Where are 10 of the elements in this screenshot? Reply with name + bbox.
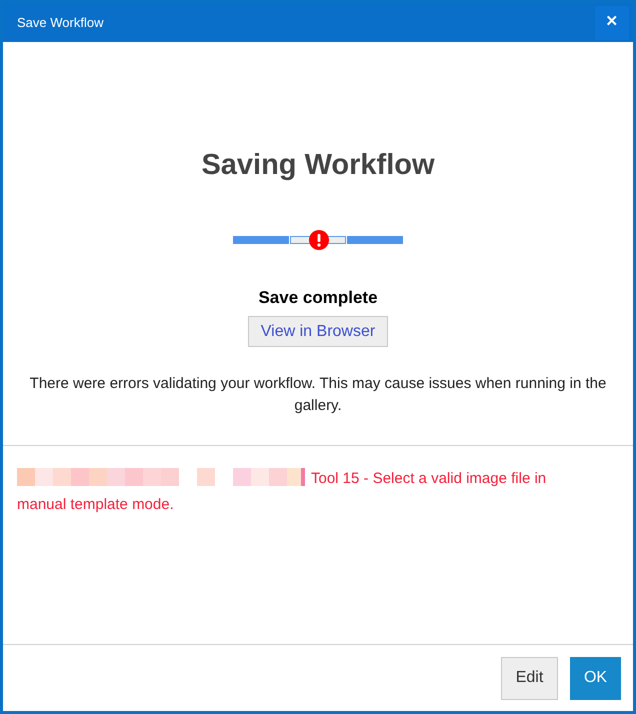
view-in-browser-button[interactable]: View in Browser [248,316,388,347]
ok-button[interactable]: OK [570,656,621,700]
dialog-heading: Saving Workflow [200,148,436,183]
close-button[interactable]: ✕ [595,6,629,40]
status-text: Save complete [257,286,379,308]
validation-message: There were errors validating your workflow. This may cause issues when running in the gallery. [28,374,608,416]
edit-button[interactable]: Edit [501,656,558,700]
error-icon [309,230,329,250]
error-message: Tool 15 - Select a valid image file in manual template mode. [17,470,546,513]
window-title: Save Workflow [17,14,104,32]
